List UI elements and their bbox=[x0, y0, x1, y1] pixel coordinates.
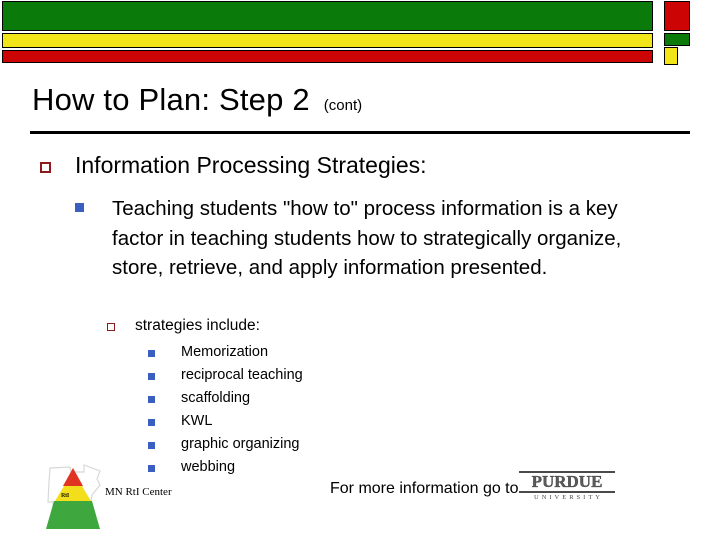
banner-red-bar bbox=[2, 50, 653, 63]
more-information-text: For more information go to bbox=[330, 480, 519, 497]
list-item-label: webbing bbox=[181, 459, 236, 475]
banner-yellow-bar bbox=[2, 33, 653, 48]
filled-square-bullet-icon bbox=[148, 396, 155, 403]
bullet-level1: Information Processing Strategies: bbox=[40, 152, 427, 179]
mn-rti-center-logo: RtI bbox=[40, 462, 106, 534]
filled-square-bullet-icon bbox=[148, 442, 155, 449]
pyramid-tier-bottom bbox=[46, 501, 100, 529]
banner-corner-green-block bbox=[664, 33, 690, 46]
filled-square-bullet-icon bbox=[148, 350, 155, 357]
filled-square-bullet-icon bbox=[148, 373, 155, 380]
list-item-label: KWL bbox=[181, 413, 213, 429]
banner-green-bar bbox=[2, 1, 653, 31]
list-item-label: Memorization bbox=[181, 344, 269, 360]
list-item-label: graphic organizing bbox=[181, 436, 300, 452]
title-divider bbox=[30, 131, 690, 134]
page-title-suffix: (cont) bbox=[323, 97, 363, 114]
purdue-university-logo: PURDUE UNIVERSITY bbox=[519, 471, 615, 501]
open-square-bullet-icon bbox=[107, 323, 115, 331]
list-item: reciprocal teaching bbox=[148, 367, 303, 390]
banner-corner-yellow-block bbox=[664, 47, 678, 65]
list-item-label: reciprocal teaching bbox=[181, 367, 303, 383]
list-item: scaffolding bbox=[148, 390, 303, 413]
mn-rti-center-caption: MN RtI Center bbox=[105, 486, 172, 498]
bullet-level2-label: Teaching students "how to" process infor… bbox=[112, 197, 622, 279]
filled-square-bullet-icon bbox=[148, 465, 155, 472]
list-item: KWL bbox=[148, 413, 303, 436]
list-item-label: scaffolding bbox=[181, 390, 251, 406]
top-banner bbox=[0, 0, 720, 66]
purdue-subtitle: UNIVERSITY bbox=[534, 494, 603, 501]
list-item: graphic organizing bbox=[148, 436, 303, 459]
page-title: How to Plan: Step 2 bbox=[32, 82, 310, 117]
bullet-level2: Teaching students "how to" process infor… bbox=[75, 194, 690, 283]
pyramid-label: RtI bbox=[61, 493, 70, 499]
rti-pyramid-icon: RtI bbox=[46, 468, 100, 530]
list-item: Memorization bbox=[148, 344, 303, 367]
banner-corner-red-block bbox=[664, 1, 690, 31]
strategies-list: Memorization reciprocal teaching scaffol… bbox=[148, 344, 303, 482]
bullet-level3-label: strategies include: bbox=[135, 317, 260, 334]
bullet-level3: strategies include: bbox=[107, 317, 260, 335]
filled-square-bullet-icon bbox=[75, 203, 84, 212]
list-item: webbing bbox=[148, 459, 303, 482]
pyramid-tier-top bbox=[63, 468, 83, 486]
purdue-wordmark: PURDUE bbox=[531, 472, 603, 491]
bullet-level1-label: Information Processing Strategies: bbox=[75, 152, 427, 178]
filled-square-bullet-icon bbox=[148, 419, 155, 426]
open-square-bullet-icon bbox=[40, 162, 51, 173]
slide-title-block: How to Plan: Step 2 (cont) bbox=[32, 82, 692, 118]
